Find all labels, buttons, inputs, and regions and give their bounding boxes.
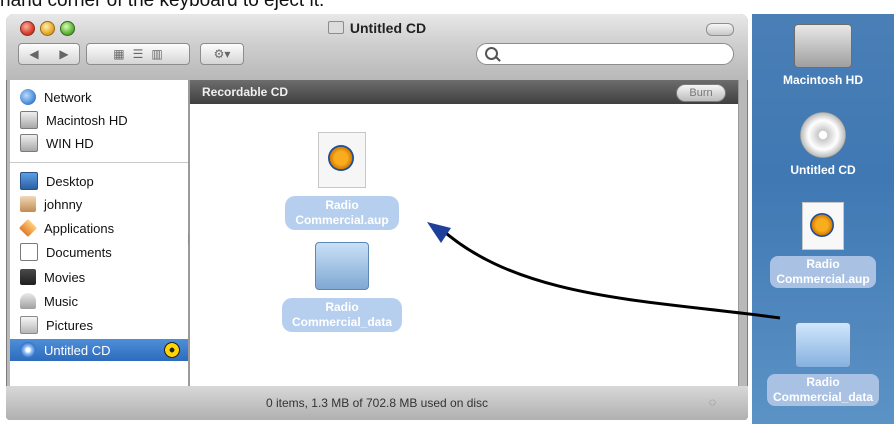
back-arrow-icon[interactable]: ◀ [19,47,49,61]
sidebar-divider [10,162,188,163]
hard-drive-icon [20,111,38,129]
sidebar-item-label: Movies [44,269,86,285]
music-icon [20,293,36,309]
status-text: 0 items, 1.3 MB of 702.8 MB used on disc [265,396,489,410]
sidebar: Network Macintosh HD WIN HD Desktop john… [10,80,189,386]
sidebar-item-label: Untitled CD [44,342,111,358]
view-mode-buttons: ▦ ☰ ▥ [86,43,190,65]
cd-icon [800,112,846,158]
forward-arrow-icon[interactable]: ▶ [49,47,79,61]
sidebar-item-label: Macintosh HD [46,112,128,128]
action-menu-button[interactable]: ⚙▾ [200,43,244,65]
file-label: Radio Commercial.aup [285,196,399,230]
recordable-cd-bar: Recordable CD Burn [190,80,738,104]
cd-icon [20,342,36,358]
home-icon [20,196,36,212]
desktop-item-untitled-cd[interactable]: Untitled CD [752,112,894,179]
burn-button[interactable]: Burn [676,84,726,102]
sidebar-item-label: johnny [44,196,83,212]
sidebar-item-pictures[interactable]: Pictures [10,314,188,336]
desktop-background: Macintosh HD Untitled CD Radio Commercial… [752,14,894,424]
resize-grip-icon[interactable]: ◌ [709,395,716,409]
sidebar-item-label: WIN HD [46,135,94,151]
window-title: Untitled CD [6,20,748,36]
status-bar: 0 items, 1.3 MB of 702.8 MB used on disc… [6,386,748,420]
sidebar-item-documents[interactable]: Documents [10,241,188,263]
sidebar-item-label: Network [44,89,92,105]
sidebar-item-macintosh-hd[interactable]: Macintosh HD [10,109,188,131]
sidebar-item-applications[interactable]: Applications [10,217,188,239]
sidebar-item-movies[interactable]: Movies [10,266,188,288]
hard-drive-icon [794,24,852,68]
sidebar-item-untitled-cd[interactable]: Untitled CD [10,339,188,361]
audacity-document-icon [318,132,366,188]
sidebar-item-label: Applications [44,220,115,236]
view-icons-icon[interactable]: ▦ [113,47,124,61]
network-icon [20,89,36,105]
view-columns-icon[interactable]: ▥ [151,47,162,61]
desktop-icon [20,172,38,190]
sidebar-item-label: Pictures [46,317,93,333]
sidebar-item-johnny[interactable]: johnny [10,193,188,215]
sidebar-item-music[interactable]: Music [10,290,188,312]
finder-window: Untitled CD ◀ ▶ ▦ ☰ ▥ ⚙▾ Network Macinto… [6,14,748,420]
cd-icon [327,21,344,34]
folder-label: Radio Commercial_data [281,298,403,332]
window-titlebar: Untitled CD ◀ ▶ ▦ ☰ ▥ ⚙▾ [6,14,748,80]
folder-icon [795,322,851,368]
folder-radio-commercial-data[interactable]: Radio Commercial_data [257,242,427,332]
desktop-item-macintosh-hd[interactable]: Macintosh HD [752,24,894,89]
documents-icon [20,243,38,261]
sidebar-item-label: Documents [46,244,112,260]
sidebar-item-label: Desktop [46,173,94,189]
hard-drive-icon [20,134,38,152]
search-input[interactable] [476,43,734,65]
burn-icon[interactable] [164,342,180,358]
back-forward-buttons: ◀ ▶ [18,43,80,65]
folder-icon [315,242,369,290]
view-list-icon[interactable]: ☰ [133,47,144,61]
search-icon [485,47,498,60]
sidebar-item-network[interactable]: Network [10,86,188,108]
desktop-item-label: Untitled CD [790,163,856,177]
movies-icon [20,269,36,285]
instruction-caption: hand corner of the keyboard to eject it. [0,0,325,11]
desktop-item-label: Radio Commercial.aup [770,256,876,288]
pictures-icon [20,316,38,334]
sidebar-item-desktop[interactable]: Desktop [10,170,188,192]
desktop-item-radio-commercial-data[interactable]: Radio Commercial_data [752,322,894,406]
toolbar-toggle-button[interactable] [706,23,734,36]
desktop-item-label: Macintosh HD [782,73,863,87]
recordable-cd-label: Recordable CD [202,85,289,99]
desktop-item-radio-commercial-aup[interactable]: Radio Commercial.aup [752,202,894,288]
applications-icon [18,218,38,238]
sidebar-item-label: Music [44,293,78,309]
file-radio-commercial-aup[interactable]: Radio Commercial.aup [257,132,427,230]
desktop-item-label: Radio Commercial_data [766,374,880,406]
file-content-area: Recordable CD Burn Radio Commercial.aup R… [189,80,739,386]
gear-icon: ⚙▾ [213,47,231,61]
sidebar-item-win-hd[interactable]: WIN HD [10,132,188,154]
audacity-document-icon [802,202,844,250]
